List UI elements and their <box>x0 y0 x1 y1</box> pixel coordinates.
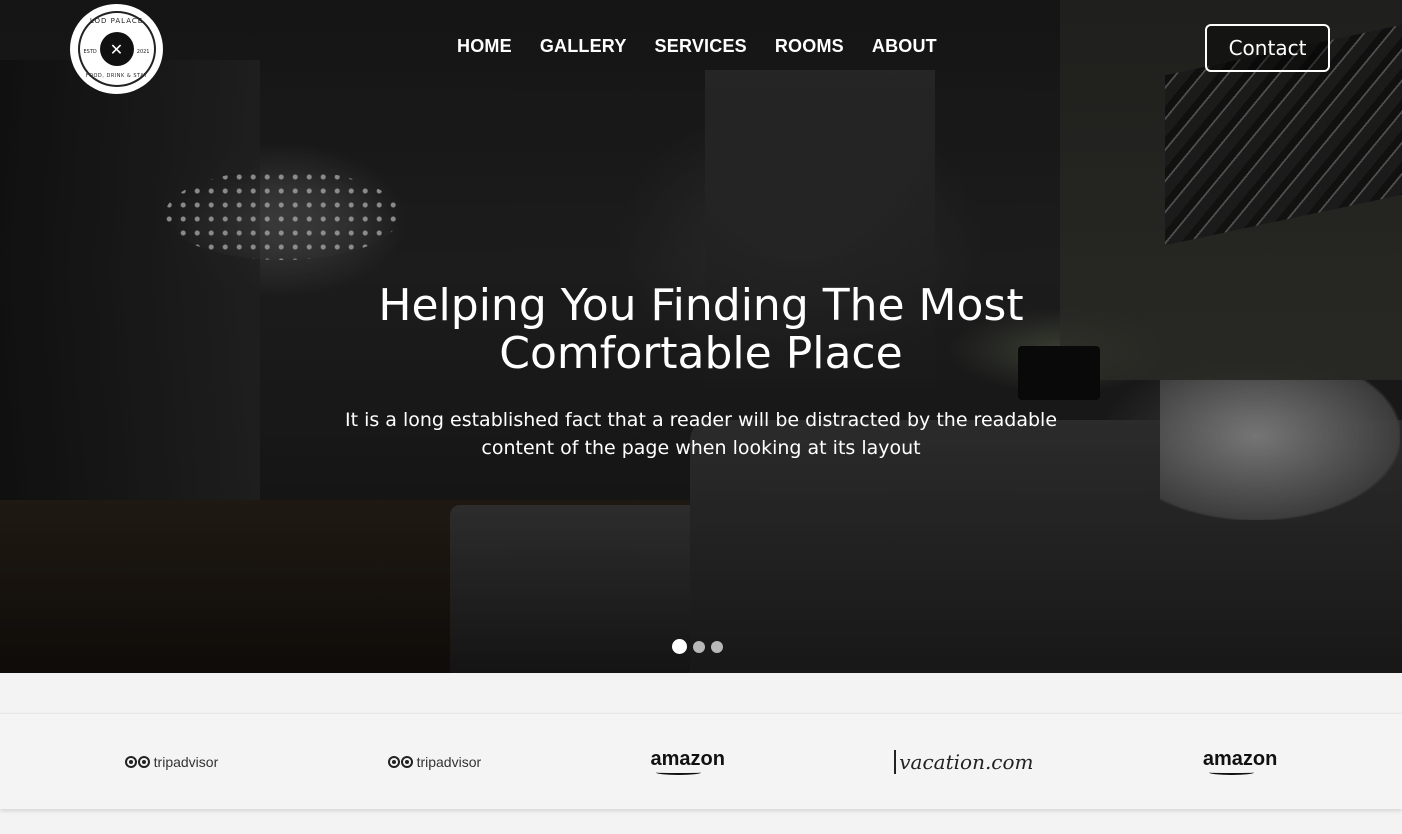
partner-logo-amazon-1[interactable]: amazon <box>650 748 725 775</box>
tripadvisor-owl-icon <box>124 755 150 768</box>
hero-title-line-1: Helping You Finding The Most <box>378 280 1024 331</box>
partner-logo-tripadvisor-2[interactable]: tripadvisor <box>387 753 482 770</box>
logo-bottom-text: FOOD, DRINK & STAY <box>85 73 148 79</box>
partner-logo-amazon-2[interactable]: amazon <box>1203 748 1277 775</box>
hero-section: LOD PALACE ESTD ✕ 2021 FOOD, DRINK & STA… <box>0 0 1402 673</box>
nav-item-rooms[interactable]: ROOMS <box>775 36 844 57</box>
logo-year: 2021 <box>136 49 150 55</box>
hero-subtitle-line-2: content of the page when looking at its … <box>481 437 921 459</box>
nav-item-home[interactable]: HOME <box>457 36 512 57</box>
nav-item-services[interactable]: SERVICES <box>655 36 747 57</box>
main-nav: HOME GALLERY SERVICES ROOMS ABOUT <box>457 36 937 57</box>
logo-esto: ESTD <box>83 49 97 55</box>
slider-dots <box>672 639 723 654</box>
amazon-smile-icon: amazon <box>650 748 725 775</box>
slider-dot-1[interactable] <box>672 639 687 654</box>
hero-title: Helping You Finding The Most Comfortable… <box>301 282 1101 378</box>
amazon-smile-icon: amazon <box>1203 748 1277 775</box>
fork-knife-flame-icon: ✕ <box>99 32 134 66</box>
contact-button[interactable]: Contact <box>1205 24 1330 72</box>
partner-name: tripadvisor <box>153 753 219 770</box>
nav-item-gallery[interactable]: GALLERY <box>540 36 627 57</box>
partners-strip: tripadvisor tripadvisor amazon vacation.… <box>0 713 1402 809</box>
partner-logo-tripadvisor-1[interactable]: tripadvisor <box>124 753 219 770</box>
vacation-logo-icon: vacation.com <box>894 749 1034 774</box>
site-logo[interactable]: LOD PALACE ESTD ✕ 2021 FOOD, DRINK & STA… <box>70 4 163 94</box>
partner-name: tripadvisor <box>416 753 482 770</box>
tripadvisor-owl-icon <box>387 755 413 768</box>
logo-ring: LOD PALACE ESTD ✕ 2021 FOOD, DRINK & STA… <box>77 11 156 87</box>
slider-dot-2[interactable] <box>693 640 705 653</box>
hero-title-line-2: Comfortable Place <box>499 328 903 379</box>
nav-item-about[interactable]: ABOUT <box>872 36 937 57</box>
hero-subtitle-line-1: It is a long established fact that a rea… <box>344 409 1058 431</box>
slider-dot-3[interactable] <box>711 640 723 653</box>
partner-logo-vacation[interactable]: vacation.com <box>894 749 1034 774</box>
hero-subtitle: It is a long established fact that a rea… <box>321 406 1081 462</box>
logo-top-text: LOD PALACE <box>89 17 144 25</box>
